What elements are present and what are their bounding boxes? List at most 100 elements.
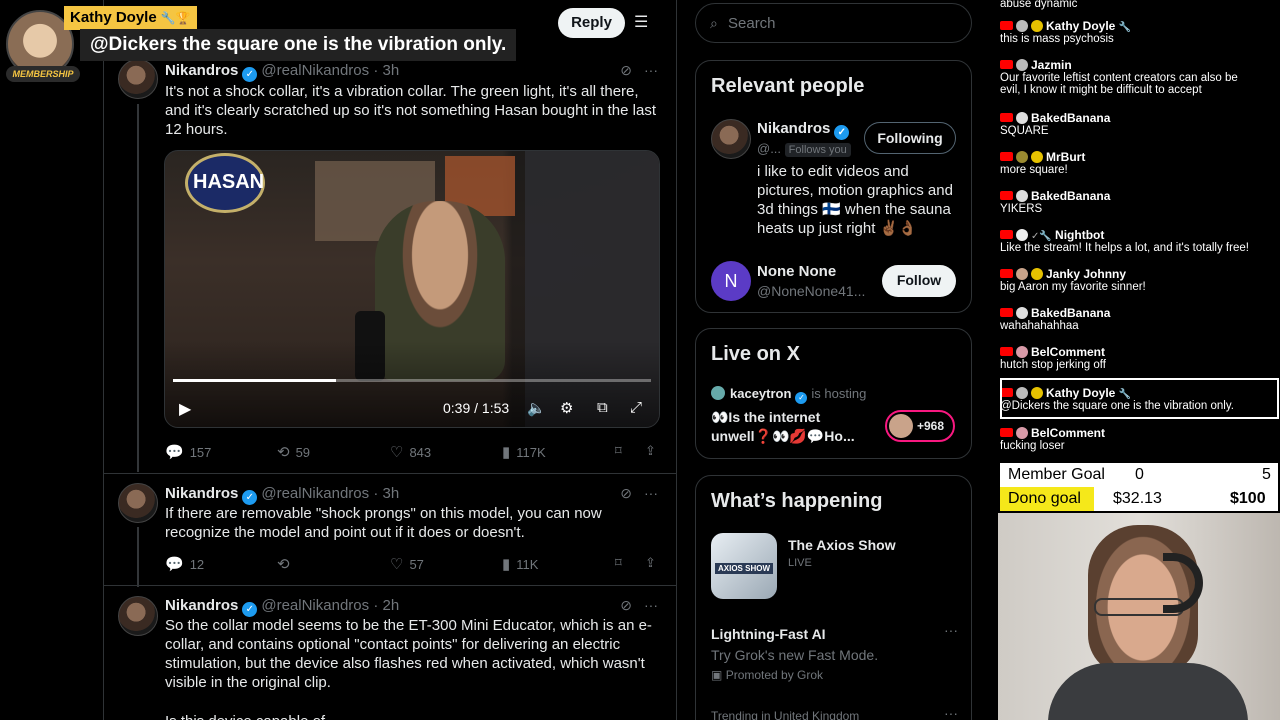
chat-text: hutch stop jerking off — [1000, 359, 1106, 371]
author-name[interactable]: Nikandros — [165, 485, 238, 502]
live-host-row[interactable]: kaceytron ✓ is hosting — [730, 386, 866, 404]
avatar[interactable] — [118, 596, 158, 636]
like-action[interactable]: ♡ 843 — [390, 443, 431, 461]
follows-you-badge: Follows you — [784, 143, 851, 157]
chat-user[interactable]: Nightbot — [1055, 228, 1104, 242]
more-icon[interactable]: ··· — [944, 705, 958, 720]
tweet-text: It's not a shock collar, it's a vibratio… — [165, 83, 657, 138]
chat-user[interactable]: BakedBanana — [1031, 111, 1110, 125]
views-action[interactable]: ▮ 11K — [502, 555, 538, 573]
video-player[interactable]: HASAN ▶ 0:39 / 1:53 🔈 ⚙ ⧉ ⤢ — [164, 150, 660, 428]
more-icon[interactable]: ··· — [644, 485, 658, 501]
reply-count: 12 — [189, 557, 205, 572]
chat-message: BakedBanana YIKERS — [1000, 189, 1278, 215]
search-box[interactable]: ⌕ Search — [695, 3, 972, 43]
verified-icon: ✓ — [834, 125, 850, 140]
more-icon[interactable]: ··· — [644, 597, 658, 613]
like-action[interactable]: ♡ 57 — [390, 555, 424, 573]
grok-icon[interactable]: ⊘ — [620, 62, 632, 78]
listener-count: +968 — [917, 419, 945, 433]
chat-user[interactable]: BakedBanana — [1031, 189, 1110, 203]
like-count: 843 — [409, 445, 432, 460]
youtube-icon — [1000, 21, 1013, 30]
reply-action[interactable]: 💬 12 — [165, 555, 204, 573]
live-title[interactable]: 👀Is the internet unwell❓👀💋💬Ho... — [711, 408, 873, 446]
tweet-actions: 💬 157 ⟲ 59 ♡ 843 ▮ 117K ⌑ ⇪ — [165, 443, 665, 463]
membership-badge: MEMBERSHIP — [6, 66, 80, 82]
chat-user[interactable]: BelComment — [1031, 345, 1105, 359]
youtube-icon — [1000, 113, 1013, 122]
chat-message: Jazmin Our favorite leftist content crea… — [1000, 58, 1278, 96]
chat-user[interactable]: Janky Johnny — [1046, 267, 1126, 281]
following-button[interactable]: Following — [864, 122, 956, 154]
retweet-action[interactable]: ⟲ — [277, 555, 296, 573]
share-icon[interactable]: ⇪ — [645, 443, 656, 459]
author-handle[interactable]: @realNikandros — [261, 597, 369, 614]
volume-icon[interactable]: 🔈 — [527, 399, 546, 417]
reply-button[interactable]: Reply — [558, 8, 625, 38]
heart-icon: ♡ — [390, 556, 404, 573]
share-icon[interactable]: ⇪ — [645, 555, 656, 571]
person-name: Nikandros — [757, 120, 831, 137]
tweet-time[interactable]: · 3h — [373, 485, 399, 502]
person-name-row[interactable]: Nikandros ✓ — [757, 120, 853, 140]
moderator-icon: ✓🔧 — [1031, 231, 1052, 242]
chat-user[interactable]: BakedBanana — [1031, 306, 1110, 320]
settings-icon[interactable]: ⚙ — [560, 399, 573, 417]
grok-icon[interactable]: ⊘ — [620, 597, 632, 613]
grok-icon[interactable]: ⊘ — [620, 485, 632, 501]
author-handle[interactable]: @realNikandros — [261, 485, 369, 502]
retweet-action[interactable]: ⟲ 59 — [277, 443, 310, 461]
reply-icon: 💬 — [165, 556, 184, 573]
promo-title[interactable]: Lightning-Fast AI — [711, 626, 826, 642]
person-avatar[interactable]: N — [711, 261, 751, 301]
chat-user[interactable]: BelComment — [1031, 426, 1105, 440]
reply-action[interactable]: 💬 157 — [165, 443, 211, 461]
person-name[interactable]: None None — [757, 263, 836, 280]
bookmark-icon[interactable]: ⌑ — [615, 555, 622, 571]
avatar[interactable] — [118, 59, 158, 99]
sliders-icon[interactable]: ☰ — [634, 12, 648, 32]
tweet-actions: 💬 12 ⟲ ♡ 57 ▮ 11K ⌑ ⇪ — [165, 555, 665, 575]
tweet-icons: ⊘ ··· — [608, 597, 658, 614]
chat-user[interactable]: MrBurt — [1046, 150, 1085, 164]
author-name[interactable]: Nikandros — [165, 597, 238, 614]
views-action[interactable]: ▮ 117K — [502, 443, 546, 461]
tweet[interactable]: Nikandros ✓ @realNikandros · 3h ⊘ ··· If th… — [104, 481, 676, 587]
dono-goal-current: $32.13 — [1113, 490, 1162, 507]
member-goal-row: Member Goal 0 5 — [1000, 463, 1278, 487]
user-avatar — [1016, 268, 1028, 280]
left-margin — [0, 0, 103, 720]
happening-card: What’s happening AXIOS SHOW The Axios Sh… — [695, 475, 972, 720]
bookmark-icon[interactable]: ⌑ — [615, 443, 622, 459]
member-badge-icon — [1031, 268, 1043, 280]
author-handle[interactable]: @realNikandros — [261, 62, 369, 79]
live-card: Live on X kaceytron ✓ is hosting 👀Is the i… — [695, 328, 972, 459]
pip-icon[interactable]: ⧉ — [597, 399, 608, 416]
chat-message: MrBurt more square! — [1000, 150, 1278, 176]
person-handle[interactable]: @NoneNone41... — [757, 283, 865, 299]
tweet[interactable]: Nikandros ✓ @realNikandros · 2h ⊘ ··· So th… — [104, 594, 676, 720]
avatar[interactable] — [118, 483, 158, 523]
person-avatar[interactable] — [711, 119, 751, 159]
happening-status: LIVE — [788, 557, 812, 569]
live-listeners[interactable]: +968 — [885, 410, 955, 442]
video-progress-bar[interactable] — [173, 379, 651, 382]
more-icon[interactable]: ··· — [644, 62, 658, 78]
more-icon[interactable]: ··· — [944, 622, 958, 638]
happening-title[interactable]: The Axios Show — [788, 537, 896, 553]
tweet-time[interactable]: · 2h — [373, 597, 399, 614]
fullscreen-icon[interactable]: ⤢ — [630, 399, 642, 416]
overlay-username: Kathy Doyle 🔧🏆 — [64, 6, 197, 30]
author-name[interactable]: Nikandros — [165, 62, 238, 79]
follow-button[interactable]: Follow — [882, 265, 956, 297]
youtube-icon — [1000, 230, 1013, 239]
play-icon[interactable]: ▶ — [179, 399, 191, 419]
tweet-time[interactable]: · 3h — [373, 62, 399, 79]
user-avatar — [1016, 346, 1028, 358]
axios-thumbnail[interactable]: AXIOS SHOW — [711, 533, 777, 599]
retweet-icon: ⟲ — [277, 444, 290, 461]
live-host: kaceytron — [730, 386, 792, 401]
chat-user[interactable]: Kathy Doyle — [1046, 19, 1115, 33]
chat-user[interactable]: Jazmin — [1031, 58, 1072, 72]
